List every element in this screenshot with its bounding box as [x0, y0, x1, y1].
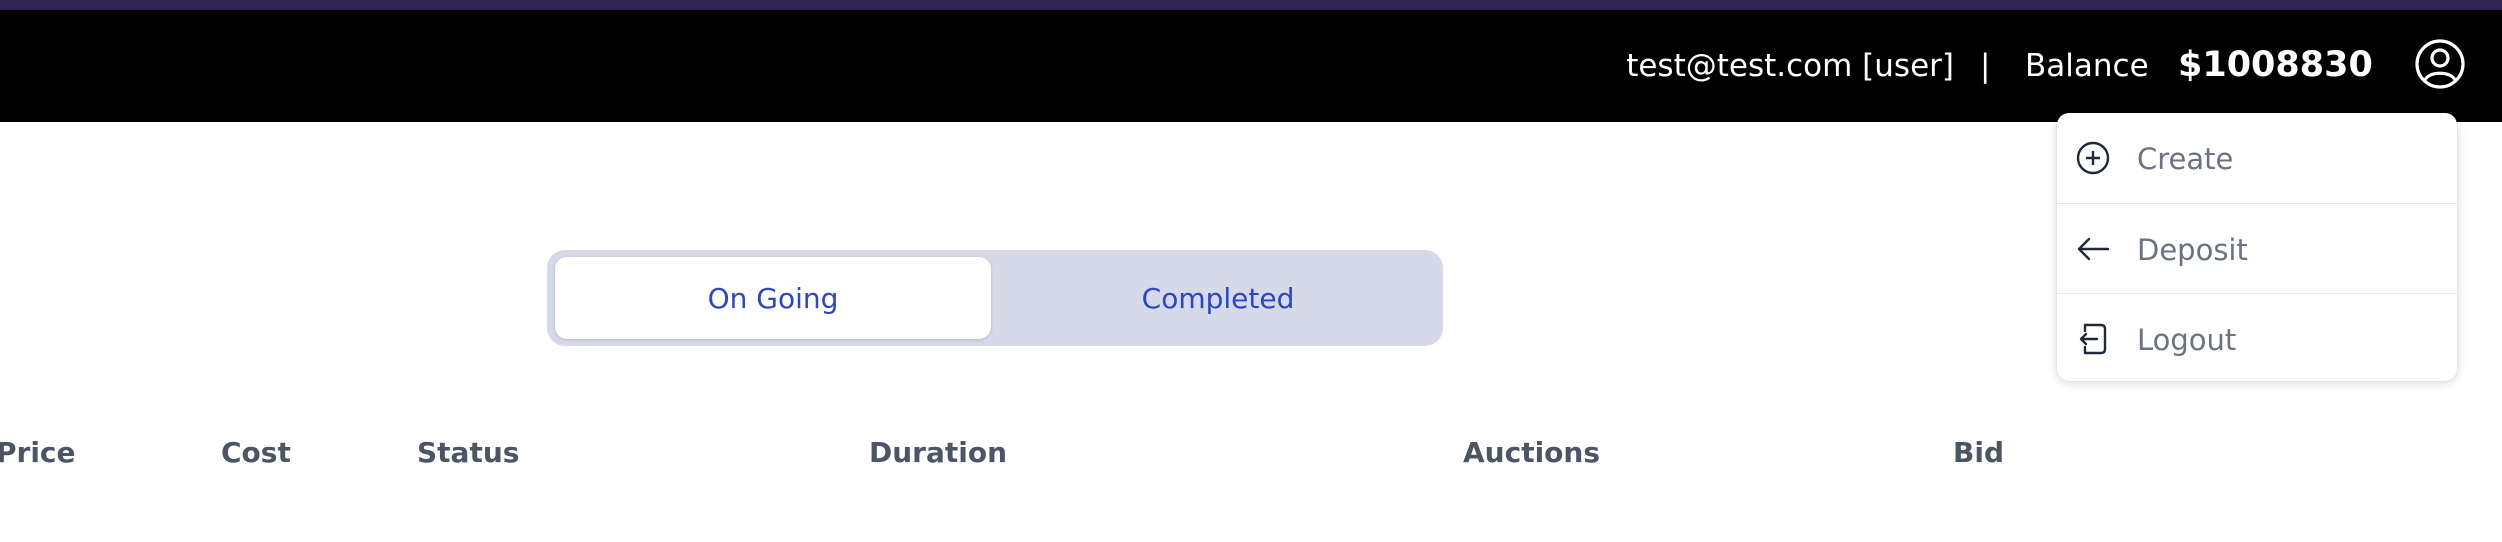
column-bid: Bid — [1953, 436, 2004, 469]
menu-item-label: Create — [2137, 142, 2234, 176]
column-cost: Cost — [221, 436, 291, 469]
tab-completed[interactable]: Completed — [1000, 257, 1436, 339]
plus-circle-icon — [2075, 140, 2111, 176]
menu-item-logout[interactable]: Logout — [2057, 293, 2457, 383]
column-status: Status — [417, 436, 520, 469]
column-price: Price — [0, 436, 76, 469]
balance-value: $1008830 — [2178, 45, 2373, 85]
menu-item-label: Logout — [2137, 323, 2237, 357]
menu-item-create[interactable]: Create — [2057, 113, 2457, 203]
logout-icon — [2075, 321, 2111, 357]
column-duration: Duration — [869, 436, 1008, 469]
menu-item-label: Deposit — [2137, 233, 2248, 267]
tab-ongoing[interactable]: On Going — [555, 257, 991, 339]
user-email: test@test.com [user] — [1626, 48, 1954, 84]
arrow-left-icon — [2075, 231, 2111, 267]
accent-strip — [0, 0, 2502, 10]
header-separator: | — [1980, 48, 1991, 84]
balance-label: Balance — [2025, 48, 2149, 84]
status-toggle: On Going Completed — [547, 250, 1443, 346]
column-auctions: Auctions — [1463, 436, 1601, 469]
menu-item-deposit[interactable]: Deposit — [2057, 203, 2457, 293]
top-navbar: test@test.com [user] | Balance $1008830 — [0, 10, 2502, 122]
user-circle-icon[interactable] — [2413, 37, 2467, 91]
user-menu-dropdown: Create Deposit Logout — [2057, 113, 2457, 381]
